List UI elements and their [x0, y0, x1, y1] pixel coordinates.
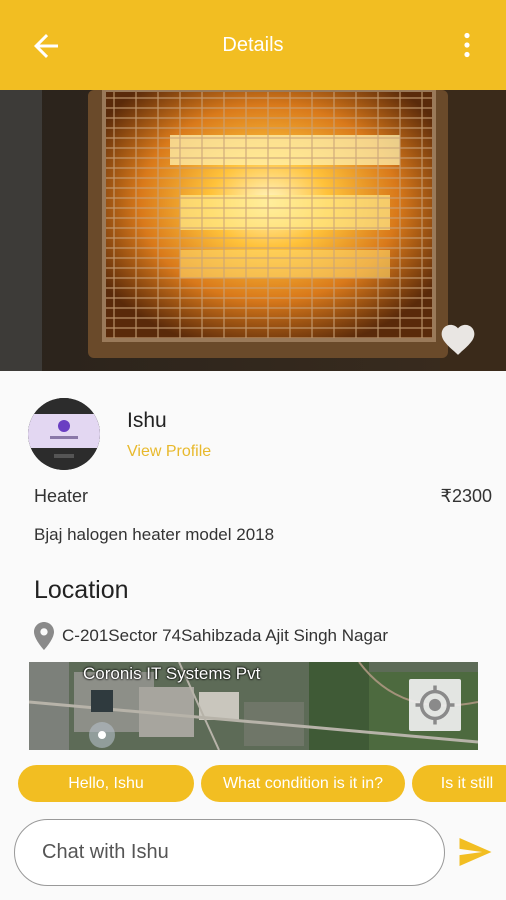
send-icon[interactable]: [459, 838, 492, 866]
quick-reply-chip[interactable]: Is it still: [412, 765, 506, 802]
product-title: Heater: [34, 486, 89, 506]
map-place-label: Coronis IT Systems Pvt: [83, 664, 261, 683]
seller-name: Ishu: [127, 409, 167, 432]
page-title: Details: [222, 34, 284, 56]
heart-icon[interactable]: [438, 320, 478, 356]
address-text: C-201Sector 74Sahibzada Ajit Singh Nagar: [62, 626, 389, 645]
app-bar: Details: [0, 0, 506, 90]
more-vertical-icon[interactable]: [462, 32, 472, 58]
view-profile-link[interactable]: View Profile: [127, 443, 211, 461]
quick-replies: Hello, Ishu What condition is it in? Is …: [18, 765, 506, 803]
location-heading: Location: [34, 576, 129, 604]
product-price: ₹2300: [440, 486, 493, 506]
my-location-icon: [415, 685, 455, 725]
product-image[interactable]: [0, 90, 506, 371]
chat-input[interactable]: [14, 819, 445, 886]
product-description: Bjaj halogen heater model 2018: [34, 525, 275, 544]
quick-reply-chip[interactable]: Hello, Ishu: [18, 765, 194, 802]
location-pin-icon: [34, 622, 54, 650]
map-marker: [89, 722, 115, 748]
location-map[interactable]: Coronis IT Systems Pvt: [29, 662, 478, 750]
quick-reply-chip[interactable]: What condition is it in?: [201, 765, 405, 802]
seller-avatar[interactable]: [28, 398, 100, 470]
my-location-button[interactable]: [409, 679, 461, 731]
